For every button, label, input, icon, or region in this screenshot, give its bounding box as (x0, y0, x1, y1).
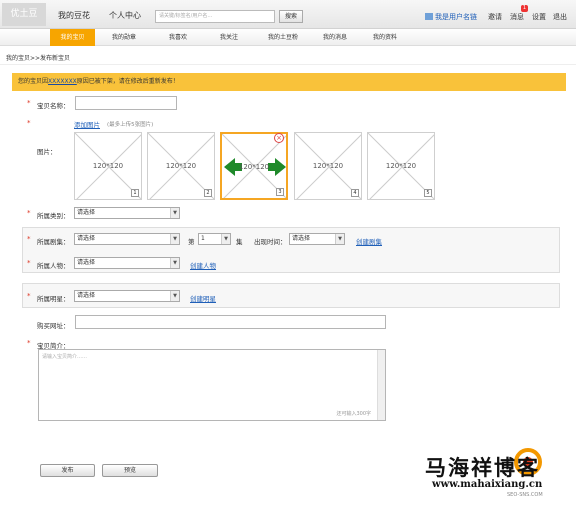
tab-my-profile[interactable]: 我的资料 (365, 29, 405, 46)
watermark-url: www.mahaixiang.cn (432, 479, 543, 490)
image-index: 4 (351, 189, 359, 197)
image-slot-5[interactable]: 120*120 5 (367, 132, 435, 200)
required-mark: * (27, 209, 31, 217)
image-index: 5 (424, 189, 432, 197)
alert-banner: 您的宝贝因XXXXXXX原因已被下架，请在修改后重新发布！ (12, 73, 566, 91)
appear-time-label: 出现时间： (254, 238, 287, 246)
required-mark: * (27, 259, 31, 267)
appear-time-select[interactable]: 请选择 ▼ (289, 233, 345, 245)
nav-personal-center[interactable]: 个人中心 (109, 10, 141, 21)
chevron-down-icon: ▼ (335, 234, 344, 244)
name-input[interactable] (75, 96, 177, 110)
preview-button[interactable]: 预览 (102, 464, 158, 477)
create-drama-link[interactable]: 创建剧集 (356, 236, 382, 246)
publish-button[interactable]: 发布 (40, 464, 95, 477)
chevron-down-icon: ▼ (170, 258, 179, 268)
buy-url-label: 购买网址： (37, 322, 70, 330)
alert-reason-link[interactable]: XXXXXXX (48, 78, 77, 85)
intro-counter: 还可输入300字 (336, 411, 371, 417)
scrollbar[interactable] (377, 350, 385, 420)
add-image-link[interactable]: 添加图片 (74, 119, 100, 129)
required-mark: * (27, 339, 31, 347)
message-badge: 1 (521, 5, 528, 12)
images-label: 图片： (37, 148, 57, 156)
character-select[interactable]: 请选择 ▼ (74, 257, 180, 269)
messages-link[interactable]: 消息 (510, 12, 524, 22)
create-character-link[interactable]: 创建人物 (190, 260, 216, 270)
watermark-title: 马海祥博客 (425, 455, 540, 480)
image-size-label: 120*120 (238, 163, 270, 171)
chevron-down-icon: ▼ (170, 234, 179, 244)
drama-label: 所属剧集： (37, 238, 70, 246)
category-select[interactable]: 请选择 ▼ (74, 207, 180, 219)
tab-my-fans[interactable]: 我的土豆粉 (259, 29, 307, 46)
image-size-label: 120*120 (165, 162, 197, 170)
category-label: 所属类别： (37, 212, 70, 220)
create-star-link[interactable]: 创建明星 (190, 293, 216, 303)
remove-image-icon[interactable]: × (274, 133, 284, 143)
sub-nav: 我的宝贝 我的勋章 我喜欢 我关注 我的土豆粉 我的消息 我的资料 (0, 29, 576, 46)
star-label: 所属明星： (37, 295, 70, 303)
user-icon (425, 13, 433, 20)
drama-select[interactable]: 请选择 ▼ (74, 233, 180, 245)
character-label: 所属人物： (37, 262, 70, 270)
buy-url-input[interactable] (75, 315, 386, 329)
search-input[interactable]: 请关键/标签名/用户名… (155, 10, 275, 23)
site-logo[interactable]: 优土豆 (2, 3, 46, 26)
image-index: 3 (276, 188, 284, 196)
episode-prefix: 第 (188, 238, 195, 246)
image-index: 1 (131, 189, 139, 197)
required-mark: * (27, 99, 31, 107)
tab-my-medals[interactable]: 我的勋章 (103, 29, 145, 46)
settings-link[interactable]: 设置 (532, 12, 546, 22)
image-size-label: 120*120 (92, 162, 124, 170)
logout-link[interactable]: 退出 (553, 12, 567, 22)
tab-my-follows[interactable]: 我关注 (210, 29, 248, 46)
episode-suffix: 集 (236, 238, 243, 246)
required-mark: * (27, 292, 31, 300)
divider (0, 64, 576, 65)
image-index: 2 (204, 189, 212, 197)
intro-textarea[interactable]: 请输入宝贝简介…… 还可输入300字 (38, 349, 386, 421)
watermark-sub: SEO-SNS.COM (507, 492, 543, 498)
chevron-down-icon: ▼ (170, 291, 179, 301)
episode-select[interactable]: 1 ▼ (198, 233, 231, 245)
star-select[interactable]: 请选择 ▼ (74, 290, 180, 302)
nav-my-douhua[interactable]: 我的豆花 (58, 10, 90, 21)
required-mark: * (27, 235, 31, 243)
image-slot-1[interactable]: 120*120 1 (74, 132, 142, 200)
image-size-label: 120*120 (312, 162, 344, 170)
search-button[interactable]: 搜索 (279, 10, 303, 23)
intro-placeholder: 请输入宝贝简介…… (42, 354, 88, 360)
image-slot-4[interactable]: 120*120 4 (294, 132, 362, 200)
image-slot-2[interactable]: 120*120 2 (147, 132, 215, 200)
tab-my-likes[interactable]: 我喜欢 (159, 29, 197, 46)
breadcrumb: 我的宝贝>>发布新宝贝 (6, 55, 71, 62)
tab-my-messages[interactable]: 我的消息 (314, 29, 356, 46)
chevron-down-icon: ▼ (170, 208, 179, 218)
top-bar: 优土豆 我的豆花 个人中心 请关键/标签名/用户名… 搜索 我是用户名链 邀请 … (0, 0, 576, 29)
name-label: 宝贝名称： (37, 102, 70, 110)
user-link[interactable]: 我是用户名链 (425, 12, 477, 22)
required-mark: * (27, 119, 31, 127)
invite-link[interactable]: 邀请 (488, 12, 502, 22)
chevron-down-icon: ▼ (221, 234, 230, 244)
image-size-label: 120*120 (385, 162, 417, 170)
tab-my-items[interactable]: 我的宝贝 (50, 29, 95, 46)
add-image-hint: (最多上传5张图片) (107, 122, 154, 128)
